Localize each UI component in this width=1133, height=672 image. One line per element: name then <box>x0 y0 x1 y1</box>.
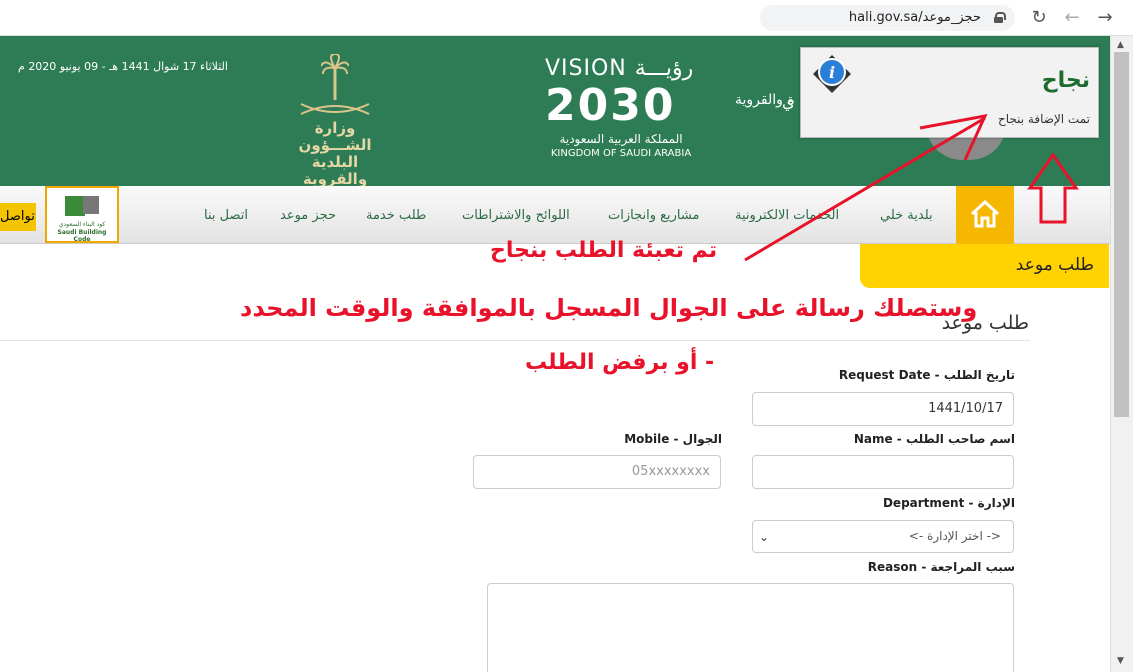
ministry-name: وزارة الشـــؤون البلدية والقروية <box>285 120 385 188</box>
scroll-up-icon[interactable]: ▲ <box>1117 40 1124 50</box>
mobile-field[interactable]: 05xxxxxxxx <box>473 455 721 489</box>
nav-item-appointment[interactable]: حجز موعد <box>280 208 336 223</box>
partial-header-title: ة والقروية <box>735 92 795 108</box>
divider <box>0 340 1030 341</box>
reason-textarea[interactable] <box>487 583 1014 672</box>
nav-item-projects[interactable]: مشاريع وانجازات <box>608 208 699 223</box>
header-date: الثلاثاء 17 شوال 1441 هـ - 09 يونيو 2020… <box>18 60 228 73</box>
info-icon: i <box>813 55 851 93</box>
sbc-arabic-text: كود البناء السعودي <box>58 221 106 228</box>
building-icon <box>83 196 99 214</box>
annotation-line1: تم تعبئة الطلب بنجاح <box>490 238 718 263</box>
url-text: hali.gov.sa/حجز_موعد <box>848 10 981 25</box>
ministry-name-line1: وزارة الشـــؤون <box>298 119 372 154</box>
swords-icon <box>300 103 370 115</box>
vision-english-caption: KINGDOM OF SAUDI ARABIA <box>550 148 692 159</box>
lock-icon <box>994 12 1006 23</box>
vision-arabic-caption: المملكة العربية السعودية <box>559 132 683 146</box>
ministry-name-line2: البلدية والقروية <box>302 153 368 188</box>
scroll-thumb[interactable] <box>1114 52 1129 417</box>
arrow-right-icon[interactable]: → <box>1093 6 1117 30</box>
address-bar[interactable]: hali.gov.sa/حجز_موعد <box>760 5 1015 31</box>
notification-title: نجاح <box>1041 68 1090 93</box>
breadcrumb-label: طلب موعد <box>1015 255 1094 275</box>
nav-item-eservices[interactable]: الخدمات الالكترونية <box>735 208 839 223</box>
notification-message: تمت الإضافة بنجاح <box>998 112 1090 126</box>
home-button[interactable] <box>956 186 1014 244</box>
breadcrumb: طلب موعد <box>860 244 1109 288</box>
mobile-label: الجوال - Mobile <box>624 432 722 446</box>
scroll-down-icon[interactable]: ▼ <box>1117 656 1124 666</box>
arrow-left-icon[interactable]: ← <box>1060 6 1084 30</box>
nav-item-contact[interactable]: اتصل بنا <box>204 208 248 223</box>
contact-tab[interactable]: تواصل <box>0 203 36 231</box>
name-field[interactable] <box>752 455 1014 489</box>
vision-2030-logo: VISION رؤيـــة 2030 المملكة العربية السع… <box>545 56 705 166</box>
nav-item-service-request[interactable]: طلب خدمة <box>366 208 426 223</box>
department-selected-value: <- اختر الإدارة -> <box>908 529 1001 543</box>
sbc-english-text: Saudi Building Code <box>57 229 107 243</box>
page-scrollbar[interactable]: ▲ ▼ <box>1110 36 1133 672</box>
reload-icon[interactable]: ↻ <box>1027 6 1051 30</box>
palm-icon <box>321 54 349 100</box>
vision-year: 2030 <box>545 80 676 131</box>
name-label: اسم صاحب الطلب - Name <box>853 432 1015 446</box>
request-date-label: تاريخ الطلب - Request Date <box>838 368 1015 382</box>
ministry-logo[interactable]: وزارة الشـــؤون البلدية والقروية <box>285 54 385 188</box>
saudi-building-code-logo[interactable]: كود البناء السعودي Saudi Building Code <box>45 186 119 243</box>
main-nav: بلدية خلي الخدمات الالكترونية مشاريع وان… <box>0 186 1110 244</box>
home-icon <box>970 200 1000 228</box>
nav-item-baladiya[interactable]: بلدية خلي <box>880 208 933 223</box>
request-date-field[interactable]: 1441/10/17 <box>752 392 1014 426</box>
page-title: طلب موعد <box>941 312 1029 334</box>
vision-top-text: VISION رؤيـــة <box>545 56 694 81</box>
success-notification[interactable]: i نجاح تمت الإضافة بنجاح <box>800 47 1099 138</box>
building-icon <box>65 196 85 216</box>
department-label: الإدارة - Department <box>882 496 1015 510</box>
browser-toolbar: → ← ↻ hali.gov.sa/حجز_موعد <box>0 0 1133 36</box>
annotation-line3: - أو برفض الطلب <box>525 350 715 375</box>
reason-label: سبب المراجعة - Reason <box>867 560 1015 574</box>
svg-text:i: i <box>829 63 835 82</box>
chevron-down-icon: ⌄ <box>759 530 770 544</box>
annotation-line2: وستصلك رسالة على الجوال المسجل بالموافقة… <box>240 294 978 322</box>
department-select[interactable]: <- اختر الإدارة -> ⌄ <box>752 520 1014 553</box>
nav-item-regulations[interactable]: اللوائح والاشتراطات <box>462 208 570 223</box>
